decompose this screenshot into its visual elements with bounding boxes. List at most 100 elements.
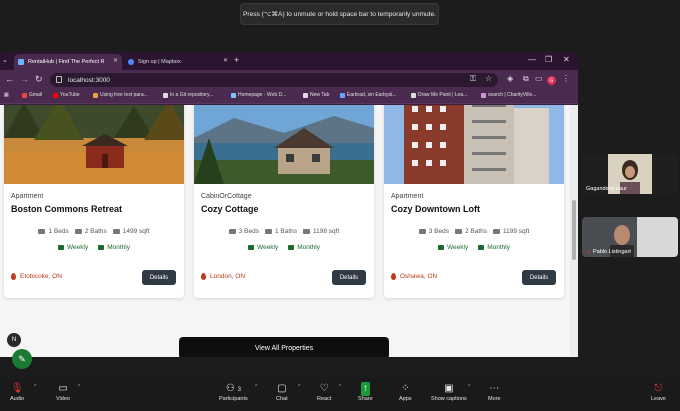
property-specs: 3 Beds 2 Baths 1199 sqft	[384, 228, 564, 235]
bookmark-favicon-icon	[163, 92, 168, 98]
chat-button[interactable]: ▢ Chat	[276, 382, 288, 402]
bed-icon	[38, 229, 46, 234]
profile-avatar[interactable]: G	[547, 76, 556, 85]
url-field[interactable]: localhost:3000	[50, 73, 498, 87]
details-button[interactable]: Details	[332, 270, 366, 285]
menu-dots-icon[interactable]: ⋮	[562, 74, 570, 83]
bookmark-favicon-icon	[231, 92, 236, 98]
bed-icon	[228, 229, 236, 234]
bookmark-text-para[interactable]: Using free text para...	[93, 92, 148, 98]
property-card: Apartment Cozy Downtown Loft 3 Beds 2 Ba…	[384, 105, 564, 298]
share-screen-icon: ↑	[360, 382, 370, 396]
bookmark-star-icon[interactable]: ☆	[485, 74, 492, 83]
bookmark-drawme[interactable]: Draw Me Paint | Lea...	[411, 92, 467, 98]
tab-bar: ⌄ RentalHub | Find The Perfect R ✕ Sign …	[0, 52, 578, 70]
view-all-properties-button[interactable]: View All Properties	[179, 337, 389, 357]
property-title: Boston Commons Retreat	[11, 204, 123, 214]
rentalhub-favicon-icon	[18, 59, 24, 65]
property-location: Oshawa, ON	[391, 273, 437, 280]
property-location: London, ON	[201, 273, 245, 280]
details-button[interactable]: Details	[142, 270, 176, 285]
apps-grid-icon[interactable]: ▦	[4, 92, 9, 98]
participant-name: Gagandeep kaur	[586, 186, 627, 192]
back-icon[interactable]: ←	[5, 74, 14, 84]
captions-options-icon[interactable]: ^	[468, 384, 470, 390]
apps-grid-icon: ⁘	[401, 383, 410, 394]
apps-button[interactable]: ⁘ Apps	[399, 382, 412, 402]
bookmark-favicon-icon	[93, 92, 98, 98]
bookmark-gmail[interactable]: Gmail	[22, 92, 42, 98]
ruler-icon	[493, 229, 501, 234]
participant-tile[interactable]: Gagandeep kaur	[582, 154, 678, 194]
rentalhub-page: Apartment Boston Commons Retreat 1 Beds …	[0, 105, 570, 357]
bookmark-charityville[interactable]: search | CharityVille...	[481, 92, 536, 98]
react-options-icon[interactable]: ^	[339, 384, 341, 390]
camera-icon: ▭	[58, 383, 68, 394]
side-panel-icon[interactable]: ▭	[535, 74, 543, 83]
new-tab-icon[interactable]: +	[234, 55, 239, 65]
password-key-icon[interactable]: ⚿	[470, 74, 476, 84]
bookmark-favicon-icon	[303, 92, 308, 98]
unmute-notification: Press (⌥⌘A) to unmute or hold space bar …	[240, 3, 439, 25]
scrollbar-thumb[interactable]	[572, 200, 576, 260]
extensions-puzzle-icon[interactable]: ⧉	[523, 74, 529, 84]
property-image-cottage	[194, 105, 374, 184]
annotate-pen-icon[interactable]: ✎	[12, 349, 32, 369]
bookmark-git[interactable]: In a Git repository...	[163, 92, 213, 98]
mapbox-favicon-icon	[128, 59, 134, 65]
bath-icon	[264, 229, 272, 234]
tab-rentalhub[interactable]: RentalHub | Find The Perfect R ✕	[14, 54, 122, 70]
bath-icon	[74, 229, 82, 234]
forward-icon[interactable]: →	[20, 74, 29, 84]
tab-list-icon[interactable]: ⌄	[2, 56, 8, 64]
property-title: Cozy Cottage	[201, 204, 259, 214]
property-specs: 3 Beds 1 Baths 1198 sqft	[194, 228, 374, 235]
captions-icon: ▣	[444, 383, 454, 394]
bookmark-newtab[interactable]: New Tab	[303, 92, 329, 98]
money-icon	[58, 245, 65, 250]
bookmark-earbrad[interactable]: Earbrad, sin Earbyal...	[340, 92, 396, 98]
bookmark-homepage[interactable]: Homepage - Web D...	[231, 92, 286, 98]
rate-tags: Weekly Monthly	[4, 244, 184, 251]
money-icon	[438, 245, 445, 250]
participant-name-row: ⏚ Pablo Listingart	[586, 249, 631, 255]
details-button[interactable]: Details	[522, 270, 556, 285]
meeting-toolbar: 🎙 Audio ^ ▭ Video ^ ⚇ 3 Participants ^ ▢…	[0, 378, 680, 411]
restore-icon[interactable]: ❐	[545, 55, 552, 64]
video-button[interactable]: ▭ Video	[56, 382, 70, 402]
tab-label: Sign up | Mapbox	[138, 59, 181, 65]
react-button[interactable]: ♡ React	[317, 382, 331, 402]
more-icon: ⋯	[489, 383, 500, 394]
bath-icon	[454, 229, 462, 234]
property-title: Cozy Downtown Loft	[391, 204, 480, 214]
share-button[interactable]: ↑ Share	[358, 382, 373, 402]
close-tab-icon[interactable]: ✕	[113, 57, 118, 64]
bookmark-youtube[interactable]: YouTube	[53, 92, 80, 98]
close-tab-icon[interactable]: ✕	[223, 57, 228, 64]
chat-options-icon[interactable]: ^	[298, 384, 300, 390]
participant-tile[interactable]: ⏚ Pablo Listingart	[582, 217, 678, 257]
audio-options-icon[interactable]: ^	[34, 384, 36, 390]
notification-avatar[interactable]: N	[7, 333, 21, 347]
extension-icon[interactable]: ◈	[507, 74, 513, 83]
youtube-icon	[53, 92, 58, 98]
heart-icon: ♡	[319, 383, 329, 394]
audio-button[interactable]: 🎙 Audio	[10, 382, 24, 402]
property-type: CabinOrCottage	[201, 193, 252, 200]
property-location: Etobicoke, ON	[11, 273, 62, 280]
property-card: CabinOrCottage Cozy Cottage 3 Beds 1 Bat…	[194, 105, 374, 298]
site-info-icon[interactable]	[56, 76, 62, 83]
participants-options-icon[interactable]: ^	[255, 384, 257, 390]
minimize-icon[interactable]: —	[528, 55, 536, 64]
close-window-icon[interactable]: ✕	[563, 55, 570, 64]
participants-button[interactable]: ⚇ 3 Participants	[219, 382, 248, 402]
page-scrollbar[interactable]	[570, 105, 578, 357]
captions-button[interactable]: ▣ Show captions	[431, 382, 467, 402]
tab-mapbox[interactable]: Sign up | Mapbox ✕	[124, 54, 232, 70]
more-button[interactable]: ⋯ More	[488, 382, 501, 402]
bookmark-favicon-icon	[340, 92, 345, 98]
reload-icon[interactable]: ↻	[35, 74, 43, 85]
video-options-icon[interactable]: ^	[78, 384, 80, 390]
map-pin-icon	[11, 273, 16, 280]
leave-button[interactable]: ⎋ Leave	[651, 382, 666, 402]
